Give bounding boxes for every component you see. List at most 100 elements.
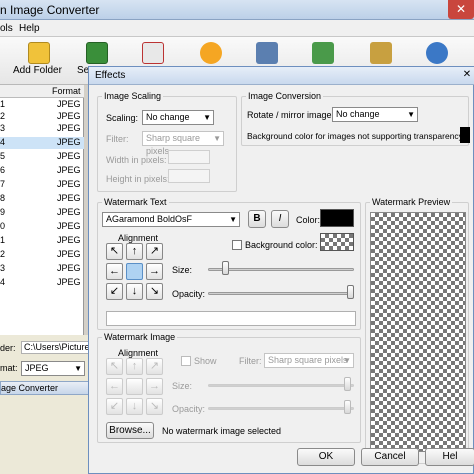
img-size-label: Size:	[172, 381, 193, 391]
group-title: Watermark Image	[102, 332, 178, 342]
alignment-label: Alignment	[118, 348, 159, 358]
height-input[interactable]	[168, 169, 210, 183]
table-row[interactable]: 0 JPEG	[0, 221, 84, 233]
remove-icon[interactable]	[142, 42, 164, 64]
rotate-select[interactable]: No change ▼	[332, 107, 418, 122]
show-label: Show	[194, 356, 217, 366]
table-row[interactable]: 7 JPEG	[0, 179, 84, 191]
filter-select[interactable]: Sharp square pixels ▼	[142, 131, 224, 156]
font-select[interactable]: AGaramond BoldOsF ▼	[102, 212, 240, 227]
drop-icon[interactable]	[200, 42, 222, 64]
chevron-down-icon: ▼	[407, 110, 415, 119]
chevron-down-icon: ▼	[213, 134, 221, 143]
watermark-text-input[interactable]	[106, 311, 356, 326]
text-color-swatch[interactable]	[320, 209, 354, 227]
align-bottom-left-button[interactable]: ↙	[106, 283, 123, 300]
align-top-left-button[interactable]: ↖	[106, 243, 123, 260]
width-label: Width in pixels:	[106, 155, 167, 165]
dialog-title: Effects	[95, 70, 126, 81]
browse-button[interactable]: Browse...	[106, 422, 154, 439]
align-bottom-button[interactable]: ↓	[126, 283, 143, 300]
table-row[interactable]: 2 JPEG	[0, 249, 84, 261]
landscape-icon[interactable]	[312, 42, 334, 64]
text-bg-color-swatch[interactable]	[320, 233, 354, 251]
globe-icon[interactable]	[426, 42, 448, 64]
img-align-top-left-button[interactable]: ↖	[106, 358, 123, 375]
width-input[interactable]	[168, 150, 210, 164]
image-conversion-group: Image Conversion Rotate / mirror image: …	[241, 91, 470, 146]
folder-field[interactable]: C:\Users\Picture	[21, 341, 90, 354]
img-align-bottom-button[interactable]: ↓	[126, 398, 143, 415]
table-row[interactable]: 3 JPEG	[0, 263, 84, 275]
menu-help[interactable]: Help	[19, 23, 40, 34]
table-row[interactable]: 5 JPEG	[0, 151, 84, 163]
table-row[interactable]: 2 JPEG	[0, 111, 84, 123]
row-format: JPEG	[57, 99, 81, 109]
table-row[interactable]: 8 JPEG	[0, 193, 84, 205]
add-folder-button[interactable]: Add Folder	[13, 65, 62, 76]
img-opacity-slider[interactable]	[208, 407, 354, 410]
img-align-bottom-right-button[interactable]: ↘	[146, 398, 163, 415]
table-row[interactable]: 9 JPEG	[0, 207, 84, 219]
table-row[interactable]: 4 JPEG	[0, 277, 84, 289]
opacity-slider-thumb[interactable]	[347, 285, 354, 299]
img-filter-select-value: Sharp square pixels	[268, 355, 348, 365]
tools-icon[interactable]	[370, 42, 392, 64]
align-top-button[interactable]: ↑	[126, 243, 143, 260]
img-align-center-button[interactable]	[126, 378, 143, 395]
ok-button[interactable]: OK	[297, 448, 355, 466]
close-button[interactable]: ✕	[448, 0, 474, 19]
table-row[interactable]: 1 JPEG	[0, 235, 84, 247]
help-button[interactable]: Hel	[425, 448, 474, 466]
color-label: Color:	[296, 215, 321, 225]
menu-bar: ols Help	[0, 20, 474, 37]
img-align-top-button[interactable]: ↑	[126, 358, 143, 375]
chevron-down-icon: ▼	[74, 364, 82, 373]
bold-button[interactable]: B	[248, 210, 266, 228]
row-number: 1	[0, 235, 6, 245]
italic-button[interactable]: I	[271, 210, 289, 228]
table-row[interactable]: 1 JPEG	[0, 99, 84, 111]
col-format[interactable]: Format	[52, 86, 81, 96]
row-number: 2	[0, 111, 6, 121]
opacity-slider[interactable]	[208, 292, 354, 295]
checkmark-icon[interactable]	[86, 42, 108, 64]
align-right-button[interactable]: →	[146, 263, 163, 280]
img-size-slider[interactable]	[208, 384, 354, 387]
app-titlebar: n Image Converter ✕	[0, 0, 474, 20]
img-opacity-slider-thumb[interactable]	[344, 400, 351, 414]
bg-color-swatch[interactable]	[460, 127, 470, 143]
row-number: 8	[0, 193, 6, 203]
img-opacity-label: Opacity:	[172, 404, 206, 414]
cancel-button[interactable]: Cancel	[361, 448, 419, 466]
row-format: JPEG	[57, 249, 81, 259]
img-align-left-button[interactable]: ←	[106, 378, 123, 395]
size-slider-thumb[interactable]	[221, 261, 229, 275]
show-checkbox[interactable]	[181, 356, 191, 366]
align-top-right-button[interactable]: ↗	[146, 243, 163, 260]
height-label: Height in pixels:	[106, 174, 170, 184]
table-row[interactable]: 6 JPEG	[0, 165, 84, 177]
picture-icon[interactable]	[256, 42, 278, 64]
file-list[interactable]: Format 1 JPEG 2 JPEG 3 JPEG 4 JPEG 5 JPEG 6 JP…	[0, 85, 84, 335]
img-align-right-button[interactable]: →	[146, 378, 163, 395]
img-align-top-right-button[interactable]: ↗	[146, 358, 163, 375]
dialog-close-icon[interactable]: ✕	[459, 67, 474, 84]
size-slider[interactable]	[208, 268, 354, 271]
row-number: 2	[0, 249, 6, 259]
img-align-bottom-left-button[interactable]: ↙	[106, 398, 123, 415]
align-left-button[interactable]: ←	[106, 263, 123, 280]
scaling-select[interactable]: No change ▼	[142, 110, 214, 125]
align-bottom-right-button[interactable]: ↘	[146, 283, 163, 300]
file-list-header: Format	[0, 85, 84, 98]
table-row[interactable]: 4 JPEG	[0, 137, 84, 149]
bg-color-checkbox[interactable]	[232, 240, 242, 250]
menu-tools[interactable]: ols	[0, 23, 13, 34]
img-filter-select[interactable]: Sharp square pixels ▼	[264, 353, 354, 368]
format-select[interactable]: JPEG ▼	[21, 361, 85, 376]
align-center-button[interactable]	[126, 263, 143, 280]
img-size-slider-thumb[interactable]	[344, 377, 351, 391]
add-folder-icon[interactable]	[28, 42, 50, 64]
alignment-label: Alignment	[118, 233, 159, 243]
table-row[interactable]: 3 JPEG	[0, 123, 84, 135]
